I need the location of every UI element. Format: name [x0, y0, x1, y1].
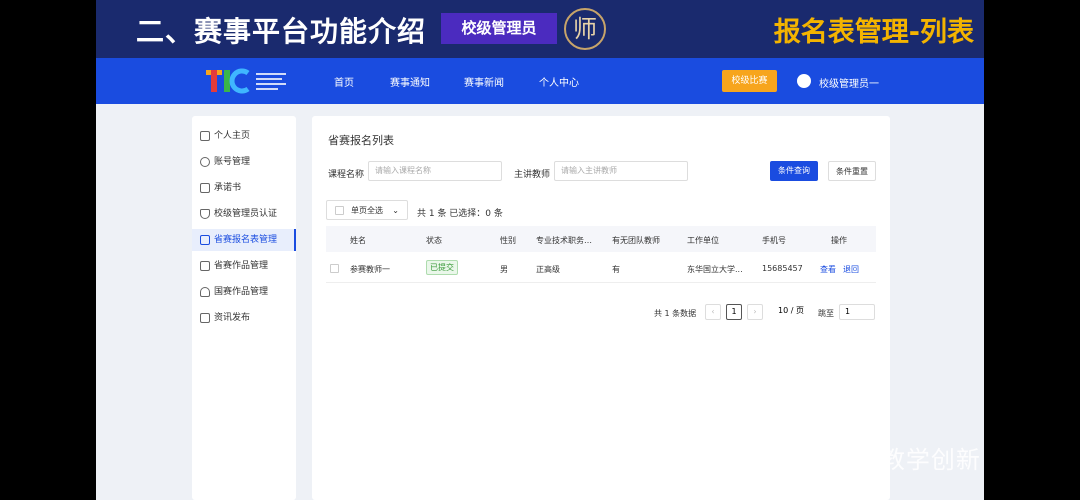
watermark: 公众号 · 教学创新学 [748, 440, 984, 500]
cell-name: 参赛教师一 [350, 265, 390, 274]
select-page-checkbox[interactable] [335, 206, 344, 215]
tic-logo[interactable] [204, 67, 296, 95]
search-button[interactable]: 条件查询 [770, 161, 818, 181]
role-tag: 校级管理员 [441, 13, 557, 44]
table-row: 参赛教师一 已提交 男 正高级 有 东华国立大学... 15685457 查看 … [326, 253, 876, 283]
chevron-down-icon: ⌄ [392, 206, 399, 215]
gear-icon [200, 157, 210, 167]
sidebar: 个人主页 账号管理 承诺书 校级管理员认证 省赛报名表管理 省赛作品管理 国赛作… [192, 116, 296, 500]
cell-title: 正高级 [536, 265, 560, 274]
wechat-icon [748, 444, 774, 464]
news-icon [200, 313, 210, 323]
folder-icon [200, 261, 210, 271]
banner-title: 二、赛事平台功能介绍 [136, 15, 427, 48]
table-header: 姓名 状态 性别 专业技术职务… 有无团队教师 工作单位 手机号 操作 [326, 226, 876, 252]
sidebar-item-national-works[interactable]: 国赛作品管理 [192, 281, 296, 303]
screen-frame: 二、赛事平台功能介绍 校级管理员 师 报名表管理-列表 首页 赛事通知 赛事新闻… [96, 0, 984, 500]
page-title: 省赛报名列表 [328, 134, 394, 147]
jump-input[interactable]: 1 [839, 304, 875, 320]
sidebar-item-label: 承诺书 [214, 183, 242, 193]
title-banner: 二、赛事平台功能介绍 校级管理员 师 报名表管理-列表 [96, 0, 984, 58]
sidebar-item-registration[interactable]: 省赛报名表管理 [192, 229, 296, 251]
teacher-logo-icon: 师 [564, 8, 606, 50]
select-page-label: 单页全选 [351, 206, 383, 215]
nav-notices[interactable]: 赛事通知 [390, 74, 430, 89]
sidebar-item-label: 省赛报名表管理 [214, 235, 278, 245]
col-gender: 性别 [500, 236, 516, 245]
sidebar-item-account[interactable]: 账号管理 [192, 151, 296, 173]
row-checkbox[interactable] [330, 264, 339, 273]
sidebar-item-news-publish[interactable]: 资讯发布 [192, 307, 296, 329]
select-page-dropdown[interactable]: 单页全选 ⌄ [326, 200, 408, 220]
pagination-total: 共 1 条数据 [654, 309, 697, 318]
school-contest-button[interactable]: 校级比赛 [722, 70, 777, 92]
cell-gender: 男 [500, 265, 508, 274]
sidebar-item-label: 省赛作品管理 [214, 261, 269, 271]
sidebar-item-label: 资讯发布 [214, 313, 251, 323]
sidebar-item-provincial-works[interactable]: 省赛作品管理 [192, 255, 296, 277]
cell-unit: 东华国立大学... [687, 265, 743, 274]
nav-news[interactable]: 赛事新闻 [464, 74, 504, 89]
trophy-icon [200, 287, 210, 297]
teacher-label: 主讲教师 [514, 170, 551, 180]
home-icon [200, 131, 210, 141]
sidebar-item-pledge[interactable]: 承诺书 [192, 177, 296, 199]
banner-section-title: 报名表管理-列表 [773, 17, 974, 48]
page-size-select[interactable]: 10 / 页 [770, 304, 812, 320]
col-team: 有无团队教师 [612, 236, 660, 245]
return-link[interactable]: 退回 [843, 264, 859, 275]
next-page-icon[interactable]: › [747, 304, 763, 320]
watermark-text: 公众号 · 教学创新学 [748, 446, 981, 500]
status-badge: 已提交 [426, 260, 458, 275]
cell-phone: 15685457 [762, 264, 803, 273]
col-status: 状态 [426, 236, 442, 245]
course-name-input[interactable]: 请输入课程名称 [368, 161, 502, 181]
form-icon [200, 235, 210, 245]
jump-label: 跳至 [818, 309, 834, 318]
shield-icon [200, 209, 210, 219]
page-1-button[interactable]: 1 [726, 304, 742, 320]
nav-personal-center[interactable]: 个人中心 [539, 74, 579, 89]
avatar[interactable] [797, 74, 811, 88]
user-name[interactable]: 校级管理员一 [819, 75, 879, 90]
sidebar-item-admin-cert[interactable]: 校级管理员认证 [192, 203, 296, 225]
course-name-label: 课程名称 [328, 170, 365, 180]
selection-summary: 共 1 条 已选择：0 条 [417, 209, 503, 219]
view-link[interactable]: 查看 [820, 264, 836, 275]
sidebar-item-label: 国赛作品管理 [214, 287, 269, 297]
teacher-input[interactable]: 请输入主讲教师 [554, 161, 688, 181]
top-nav: 首页 赛事通知 赛事新闻 个人中心 校级比赛 校级管理员一 [96, 58, 984, 104]
col-title: 专业技术职务… [536, 236, 592, 245]
nav-home[interactable]: 首页 [334, 74, 354, 89]
col-phone: 手机号 [762, 236, 786, 245]
prev-page-icon[interactable]: ‹ [705, 304, 721, 320]
sidebar-item-label: 账号管理 [214, 157, 251, 167]
document-edit-icon [200, 183, 210, 193]
cell-team: 有 [612, 265, 620, 274]
sidebar-item-label: 个人主页 [214, 131, 251, 141]
col-name: 姓名 [350, 236, 366, 245]
sidebar-item-label: 校级管理员认证 [214, 209, 278, 219]
col-unit: 工作单位 [687, 236, 719, 245]
col-actions: 操作 [831, 236, 847, 245]
sidebar-item-home[interactable]: 个人主页 [192, 125, 296, 147]
reset-button[interactable]: 条件重置 [828, 161, 876, 181]
